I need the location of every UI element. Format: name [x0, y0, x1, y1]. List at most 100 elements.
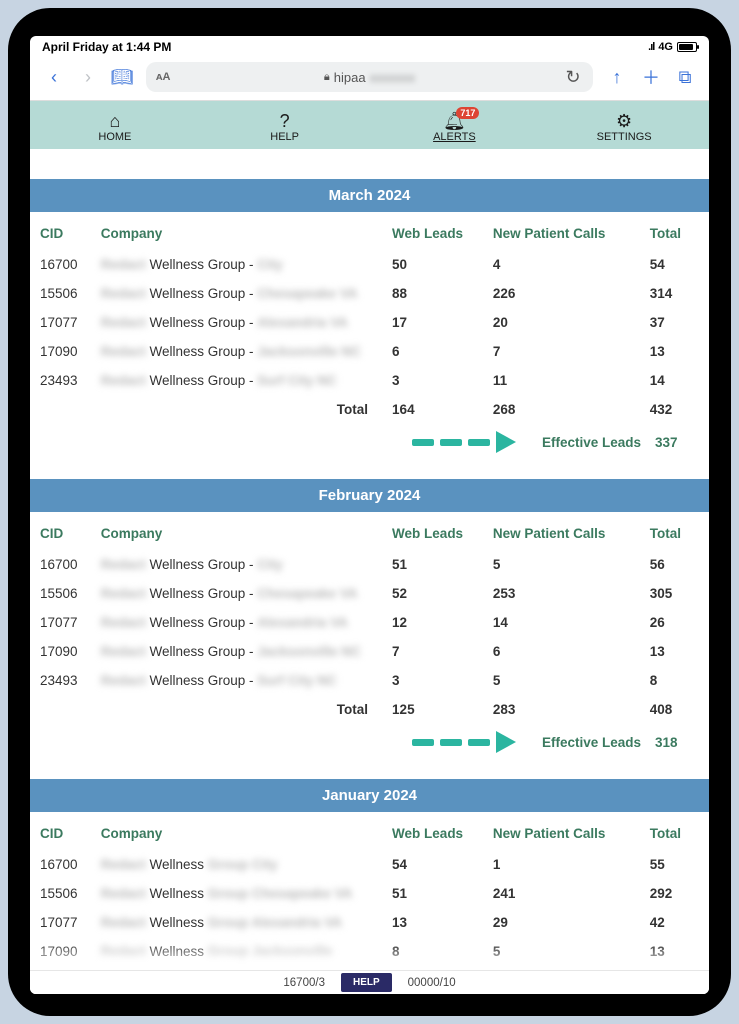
cell-company: Redact Wellness Group - Chesapeake VA: [93, 280, 384, 309]
table-row[interactable]: 15506Redact Wellness Group Chesapeake VA…: [30, 880, 709, 909]
cell-company: Redact Wellness Group - Jacksonville NC: [93, 638, 384, 667]
effective-label: Effective Leads: [542, 435, 641, 450]
cell-company: Redact Wellness Group - Alexandria VA: [93, 609, 384, 638]
cell-company: Redact Wellness Group - City: [93, 251, 384, 280]
cell-total: 55: [642, 851, 709, 880]
cell-cid: 16700: [30, 251, 93, 280]
cell-cid: 15506: [30, 280, 93, 309]
cell-npc: 5: [485, 667, 642, 696]
footer-right: 00000/10: [408, 977, 456, 989]
table-row[interactable]: 17077Redact Wellness Group Alexandria VA…: [30, 909, 709, 938]
cell-npc: 11: [485, 367, 642, 396]
col-web-leads: Web Leads: [384, 512, 485, 551]
lock-icon: 🔒︎: [324, 71, 330, 84]
cell-web-leads: 7: [384, 638, 485, 667]
cell-total: 305: [642, 580, 709, 609]
cell-cid: 15506: [30, 580, 93, 609]
table-row[interactable]: 23493Redact Wellness Group - Surf City N…: [30, 367, 709, 396]
col-web-leads: Web Leads: [384, 212, 485, 251]
back-icon[interactable]: ‹: [44, 67, 64, 88]
cell-npc: 20: [485, 309, 642, 338]
cell-company: Redact Wellness Group - Surf City NC: [93, 367, 384, 396]
table-row[interactable]: 17077Redact Wellness Group - Alexandria …: [30, 309, 709, 338]
cell-web-leads: 3: [384, 667, 485, 696]
address-bar[interactable]: ᴀA 🔒︎ hipaaxxxxxxx ↻: [146, 62, 593, 92]
cell-npc: 4: [485, 251, 642, 280]
cell-total: 26: [642, 609, 709, 638]
table-row[interactable]: 17090Redact Wellness Group - Jacksonvill…: [30, 638, 709, 667]
cell-total: 13: [642, 338, 709, 367]
cell-web-leads: 12: [384, 609, 485, 638]
nav-settings[interactable]: ⚙ SETTINGS: [539, 111, 709, 143]
table-row[interactable]: 23493Redact Wellness Group - Surf City N…: [30, 667, 709, 696]
cell-company: Redact Wellness Group Alexandria VA: [93, 909, 384, 938]
cell-web-leads: 3: [384, 367, 485, 396]
footer-left: 16700/3: [283, 977, 325, 989]
tabs-icon[interactable]: ⧉: [675, 67, 695, 88]
table-row[interactable]: 16700Redact Wellness Group City54155: [30, 851, 709, 880]
help-button[interactable]: HELP: [341, 973, 392, 992]
table-row[interactable]: 17090Redact Wellness Group - Jacksonvill…: [30, 338, 709, 367]
cell-cid: 17090: [30, 638, 93, 667]
month-header: January 2024: [30, 779, 709, 812]
cell-npc: 5: [485, 551, 642, 580]
cell-npc: 253: [485, 580, 642, 609]
bottom-bar: 16700/3 HELP 00000/10: [30, 970, 709, 994]
cell-cid: 16700: [30, 851, 93, 880]
cell-web-leads: 51: [384, 880, 485, 909]
nav-home[interactable]: ⌂ HOME: [30, 111, 200, 143]
col-total: Total: [642, 212, 709, 251]
col-company: Company: [93, 812, 384, 851]
totals-npc: 268: [485, 396, 642, 425]
col-cid: CID: [30, 212, 93, 251]
cell-npc: 1: [485, 851, 642, 880]
effective-leads-row: Effective Leads318: [30, 725, 709, 757]
book-icon[interactable]: 📖︎: [112, 67, 132, 88]
cell-company: Redact Wellness Group - Chesapeake VA: [93, 580, 384, 609]
cell-total: 292: [642, 880, 709, 909]
cell-npc: 241: [485, 880, 642, 909]
share-icon[interactable]: ↑: [607, 67, 627, 88]
col-total: Total: [642, 512, 709, 551]
status-bar: April Friday at 1:44 PM 4G: [30, 36, 709, 56]
cell-cid: 17077: [30, 609, 93, 638]
cell-npc: 226: [485, 280, 642, 309]
cell-cid: 23493: [30, 667, 93, 696]
gear-icon: ⚙: [616, 111, 632, 131]
cell-npc: 29: [485, 909, 642, 938]
nav-alerts[interactable]: 🔔︎ 717 ALERTS: [370, 111, 540, 143]
totals-npc: 283: [485, 696, 642, 725]
table-row[interactable]: 15506Redact Wellness Group - Chesapeake …: [30, 280, 709, 309]
totals-tot: 408: [642, 696, 709, 725]
cell-web-leads: 50: [384, 251, 485, 280]
cell-company: Redact Wellness Group Chesapeake VA: [93, 880, 384, 909]
forward-icon: ›: [78, 67, 98, 88]
col-cid: CID: [30, 812, 93, 851]
col-new-patient-calls: New Patient Calls: [485, 212, 642, 251]
report-content[interactable]: March 2024CIDCompanyWeb LeadsNew Patient…: [30, 149, 709, 994]
cell-total: 42: [642, 909, 709, 938]
table-row[interactable]: 17077Redact Wellness Group - Alexandria …: [30, 609, 709, 638]
cell-web-leads: 51: [384, 551, 485, 580]
table-row[interactable]: 16700Redact Wellness Group - City50454: [30, 251, 709, 280]
new-tab-icon[interactable]: ＋: [641, 64, 661, 90]
table-row[interactable]: 16700Redact Wellness Group - City51556: [30, 551, 709, 580]
status-time: April Friday at 1:44 PM: [42, 40, 171, 54]
app-nav: ⌂ HOME ? HELP 🔔︎ 717 ALERTS ⚙ SETTINGS: [30, 101, 709, 149]
cell-total: 13: [642, 638, 709, 667]
bottom-fade: [30, 942, 709, 972]
cell-company: Redact Wellness Group City: [93, 851, 384, 880]
cell-total: 37: [642, 309, 709, 338]
cell-total: 14: [642, 367, 709, 396]
table-row[interactable]: 15506Redact Wellness Group - Chesapeake …: [30, 580, 709, 609]
totals-row: Total125283408: [30, 696, 709, 725]
leads-table: CIDCompanyWeb LeadsNew Patient CallsTota…: [30, 512, 709, 725]
nav-help[interactable]: ? HELP: [200, 111, 370, 143]
month-header: February 2024: [30, 479, 709, 512]
cell-cid: 15506: [30, 880, 93, 909]
cell-web-leads: 17: [384, 309, 485, 338]
month-header: March 2024: [30, 179, 709, 212]
home-icon: ⌂: [109, 111, 120, 131]
totals-label: Total: [93, 396, 384, 425]
cell-npc: 14: [485, 609, 642, 638]
